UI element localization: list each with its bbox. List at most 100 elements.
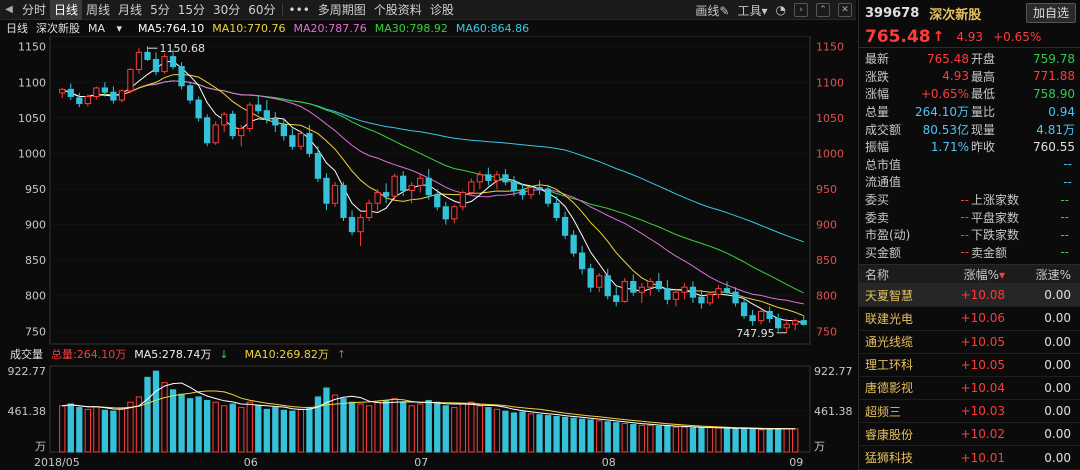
volume-bar — [493, 408, 501, 453]
volume-bar — [161, 382, 168, 453]
bell-icon[interactable]: ◔ — [776, 3, 786, 17]
candle-body — [749, 315, 756, 322]
quote-row: 振幅 1.71% 昨收 760.55 — [859, 138, 1080, 156]
chevron-right-icon[interactable]: › — [794, 3, 808, 17]
multi-period-button[interactable]: 多周期图 — [314, 0, 370, 20]
volume-bar — [408, 405, 415, 453]
volume-bar — [561, 416, 569, 453]
volume-bar — [638, 424, 645, 453]
volume-bar — [348, 401, 356, 453]
tab-30min[interactable]: 30分 — [209, 0, 244, 20]
ellipsis-icon[interactable]: ••• — [285, 0, 314, 20]
rank-row[interactable]: 联建光电 +10.06 0.00 — [859, 307, 1080, 331]
volume-bar — [272, 407, 279, 453]
triangle-left-icon[interactable]: ◀ — [0, 0, 18, 20]
volume-bar — [152, 370, 160, 453]
tools-button[interactable]: 工具▾ — [737, 2, 767, 19]
rank-row[interactable]: 理工环科 +10.05 0.00 — [859, 354, 1080, 377]
tab-5min[interactable]: 5分 — [146, 0, 174, 20]
quote-row: 市盈(动) -- 下跌家数 -- — [859, 226, 1080, 244]
rank-speed: 0.00 — [1044, 334, 1071, 349]
rank-row[interactable]: 唐德影视 +10.04 0.00 — [859, 377, 1080, 401]
candle-body — [280, 124, 287, 137]
diagnose-button[interactable]: 诊股 — [426, 0, 458, 20]
volume-bar — [314, 396, 322, 453]
volume-title: 成交量 — [10, 348, 43, 361]
rank-name: 超频三 — [865, 404, 902, 419]
close-icon[interactable]: ✕ — [838, 3, 852, 17]
tab-60min[interactable]: 60分 — [244, 0, 279, 20]
date-axis: 2018/05 06 07 08 09 — [34, 456, 803, 469]
ma10-line — [62, 73, 804, 317]
rank-col-pct[interactable]: 涨幅%▾ — [933, 266, 1005, 283]
rank-col-name[interactable]: 名称 — [859, 266, 933, 283]
candle-body — [715, 288, 722, 295]
volume-bar — [306, 407, 313, 453]
tab-15min[interactable]: 15分 — [174, 0, 209, 20]
price-tick-right: 1100 — [816, 76, 844, 89]
quote-value: -- — [1063, 174, 1072, 189]
volume-tick-left: 922.77 — [8, 365, 47, 378]
quote-panel: 399678 深次新股 加自选 765.48 ↑ 4.93 +0.65% 最新 7… — [858, 0, 1080, 470]
volume-bar — [195, 396, 202, 453]
quote-value: -- — [1060, 227, 1069, 242]
rank-row[interactable]: 猛狮科技 +10.01 0.00 — [859, 446, 1080, 470]
volume-bar — [502, 410, 509, 453]
rank-row[interactable]: 天夏智慧 +10.08 0.00 — [859, 284, 1080, 308]
ma-selector[interactable]: MA ▾ — [88, 22, 130, 35]
candle-body — [527, 187, 535, 196]
stock-info-button[interactable]: 个股资料 — [370, 0, 426, 20]
candle-body — [442, 206, 449, 220]
draw-line-button[interactable]: 画线✎ — [695, 2, 729, 19]
quote-value: 264.10万 — [915, 105, 969, 120]
candle-body — [732, 291, 739, 304]
candle-body — [118, 90, 126, 101]
volume-bar — [323, 387, 330, 453]
volume-bar — [425, 399, 432, 453]
kline-chart[interactable]: 1150 1150 1100 1100 1050 1050 1000 1000 950 950 90… — [0, 36, 856, 470]
rank-row[interactable]: 通光线缆 +10.05 0.00 — [859, 331, 1080, 354]
tab-fenshi[interactable]: 分时 — [18, 0, 50, 20]
quote-row: 委卖 -- 平盘家数 -- — [859, 208, 1080, 226]
rank-pct: +10.01 — [960, 450, 1005, 465]
tab-daily[interactable]: 日线 — [50, 0, 83, 20]
period-toolbar: ◀ 分时 日线 周线 月线 5分 15分 30分 60分 ••• 多周期图 个股… — [0, 0, 856, 20]
date-tick: 09 — [789, 456, 803, 469]
quote-row: 涨幅 +0.65% 最低 758.90 — [859, 85, 1080, 103]
candle-body — [161, 56, 168, 73]
candle-body — [84, 95, 91, 105]
candle-body — [331, 184, 339, 204]
tab-weekly[interactable]: 周线 — [82, 0, 114, 20]
volume-bar — [723, 428, 731, 453]
quote-row: 总量 264.10万 量比 0.94 — [859, 103, 1080, 121]
volume-unit-left: 万 — [35, 440, 46, 453]
volume-bar — [238, 407, 245, 453]
quote-label: 涨幅 — [865, 87, 890, 102]
candle-body — [792, 320, 799, 325]
rank-row[interactable]: 睿康股份 +10.02 0.00 — [859, 423, 1080, 447]
rank-header: 名称 涨幅%▾ 涨速% — [859, 264, 1080, 285]
volume-bar — [519, 411, 526, 453]
rank-col-speed[interactable]: 涨速% — [1005, 266, 1071, 283]
rank-pct: +10.05 — [960, 357, 1005, 372]
quote-value: -- — [960, 192, 969, 207]
candle-body — [459, 192, 466, 208]
tab-monthly[interactable]: 月线 — [114, 0, 146, 20]
volume-bar — [442, 405, 449, 453]
price-axis: 1150 1150 1100 1100 1050 1050 1000 1000 950 950 90… — [8, 41, 853, 453]
quote-label: 买金额 — [865, 245, 902, 260]
add-watchlist-button[interactable]: 加自选 — [1025, 3, 1076, 23]
candle-body — [221, 113, 228, 126]
candle-body — [561, 216, 569, 236]
up-icon[interactable]: ⌃ — [816, 3, 830, 17]
candle-body — [570, 234, 577, 254]
candle-body — [169, 56, 177, 68]
quote-value: -- — [1060, 192, 1069, 207]
candle-body — [365, 202, 373, 218]
price-tick-left: 800 — [25, 290, 46, 303]
rank-row[interactable]: 超频三 +10.03 0.00 — [859, 400, 1080, 424]
ma60-value: MA60:864.86 — [455, 21, 530, 35]
rank-name: 通光线缆 — [865, 335, 914, 350]
price-tick-left: 1050 — [18, 112, 46, 125]
volume-tick-right: 461.38 — [814, 405, 853, 418]
